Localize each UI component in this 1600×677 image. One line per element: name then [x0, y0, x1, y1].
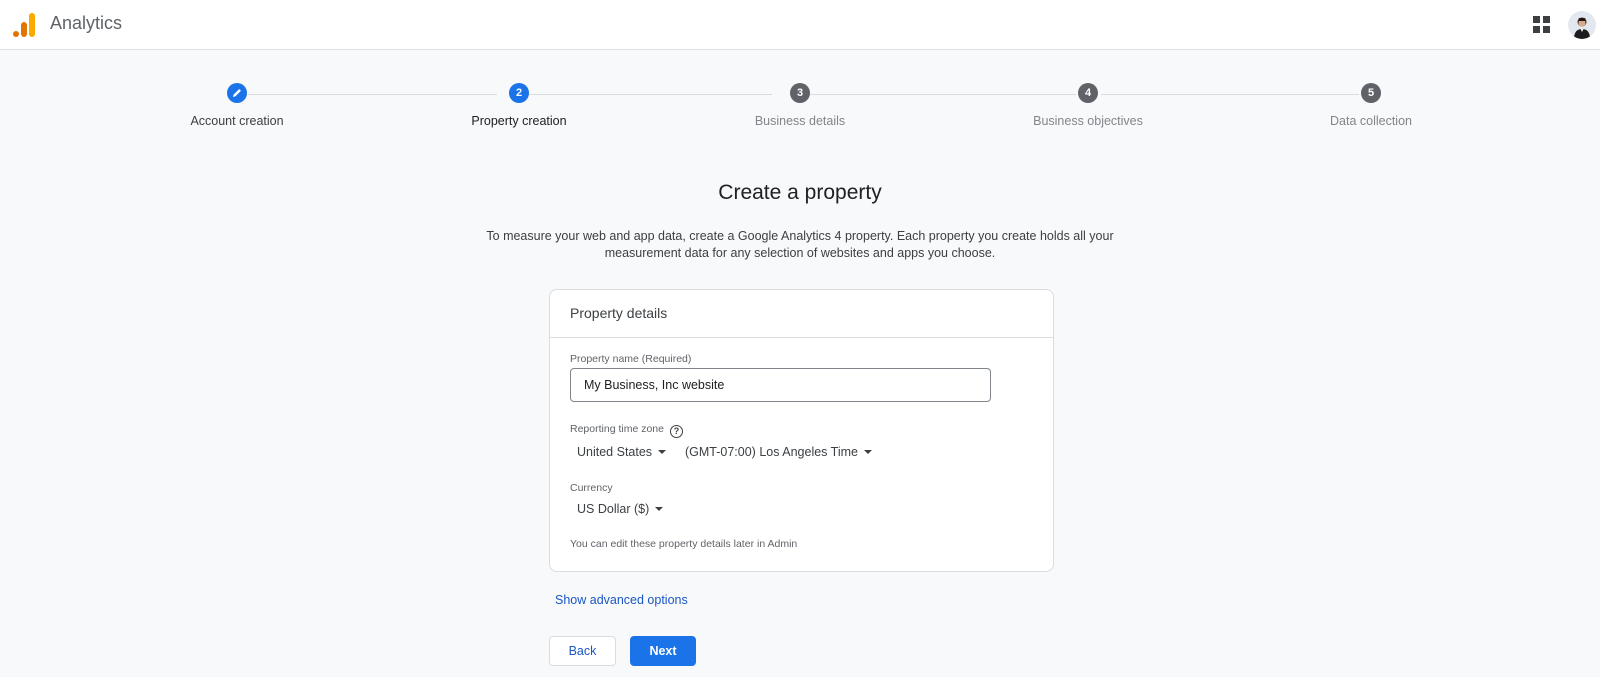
caret-down-icon: [864, 450, 872, 454]
user-avatar-icon: [1574, 17, 1590, 39]
currency-label: Currency: [570, 482, 613, 494]
step-property-creation[interactable]: 2 Property creation: [399, 83, 639, 128]
edit-later-note: You can edit these property details late…: [570, 538, 798, 550]
account-avatar[interactable]: [1568, 11, 1596, 39]
analytics-logo-icon[interactable]: [12, 12, 36, 38]
page-title: Create a property: [718, 181, 882, 204]
timezone-label-text: Reporting time zone: [570, 423, 664, 435]
caret-down-icon: [658, 450, 667, 454]
apps-grid-icon[interactable]: [1533, 16, 1551, 34]
step-marker: [227, 83, 247, 103]
show-advanced-options-link[interactable]: Show advanced options: [555, 593, 688, 607]
step-label: Account creation: [190, 114, 284, 128]
app-title: Analytics: [50, 13, 123, 33]
step-marker: 5: [1361, 83, 1381, 103]
timezone-label: Reporting time zone?: [570, 423, 683, 438]
country-dropdown[interactable]: United States: [577, 445, 667, 459]
step-marker: 3: [790, 83, 810, 103]
step-label: Business objectives: [1033, 114, 1143, 128]
currency-value: US Dollar ($): [577, 502, 650, 516]
timezone-value: (GMT-07:00) Los Angeles Time: [685, 445, 858, 459]
step-business-details[interactable]: 3 Business details: [680, 83, 920, 128]
timezone-dropdown[interactable]: (GMT-07:00) Los Angeles Time: [685, 445, 872, 459]
next-button[interactable]: Next: [630, 636, 696, 666]
property-name-input[interactable]: [570, 368, 991, 402]
page-description: To measure your web and app data, create…: [486, 229, 1114, 260]
step-label: Data collection: [1330, 114, 1412, 128]
card-header: Property details: [550, 290, 1053, 338]
back-button[interactable]: Back: [549, 636, 616, 666]
step-label: Property creation: [471, 114, 567, 128]
edit-pencil-icon: [233, 89, 241, 97]
step-data-collection[interactable]: 5 Data collection: [1251, 83, 1491, 128]
top-app-bar: Analytics: [0, 0, 1600, 50]
step-account-creation[interactable]: Account creation: [117, 83, 357, 128]
step-business-objectives[interactable]: 4 Business objectives: [968, 83, 1208, 128]
step-label: Business details: [754, 114, 846, 128]
country-value: United States: [577, 445, 653, 459]
help-icon[interactable]: ?: [669, 425, 683, 438]
currency-dropdown[interactable]: US Dollar ($): [577, 502, 664, 516]
step-marker: 2: [509, 83, 529, 103]
property-name-label: Property name (Required): [570, 353, 692, 365]
step-marker: 4: [1078, 83, 1098, 103]
property-details-card: Property details Property name (Required…: [549, 289, 1054, 572]
caret-down-icon: [655, 507, 664, 511]
